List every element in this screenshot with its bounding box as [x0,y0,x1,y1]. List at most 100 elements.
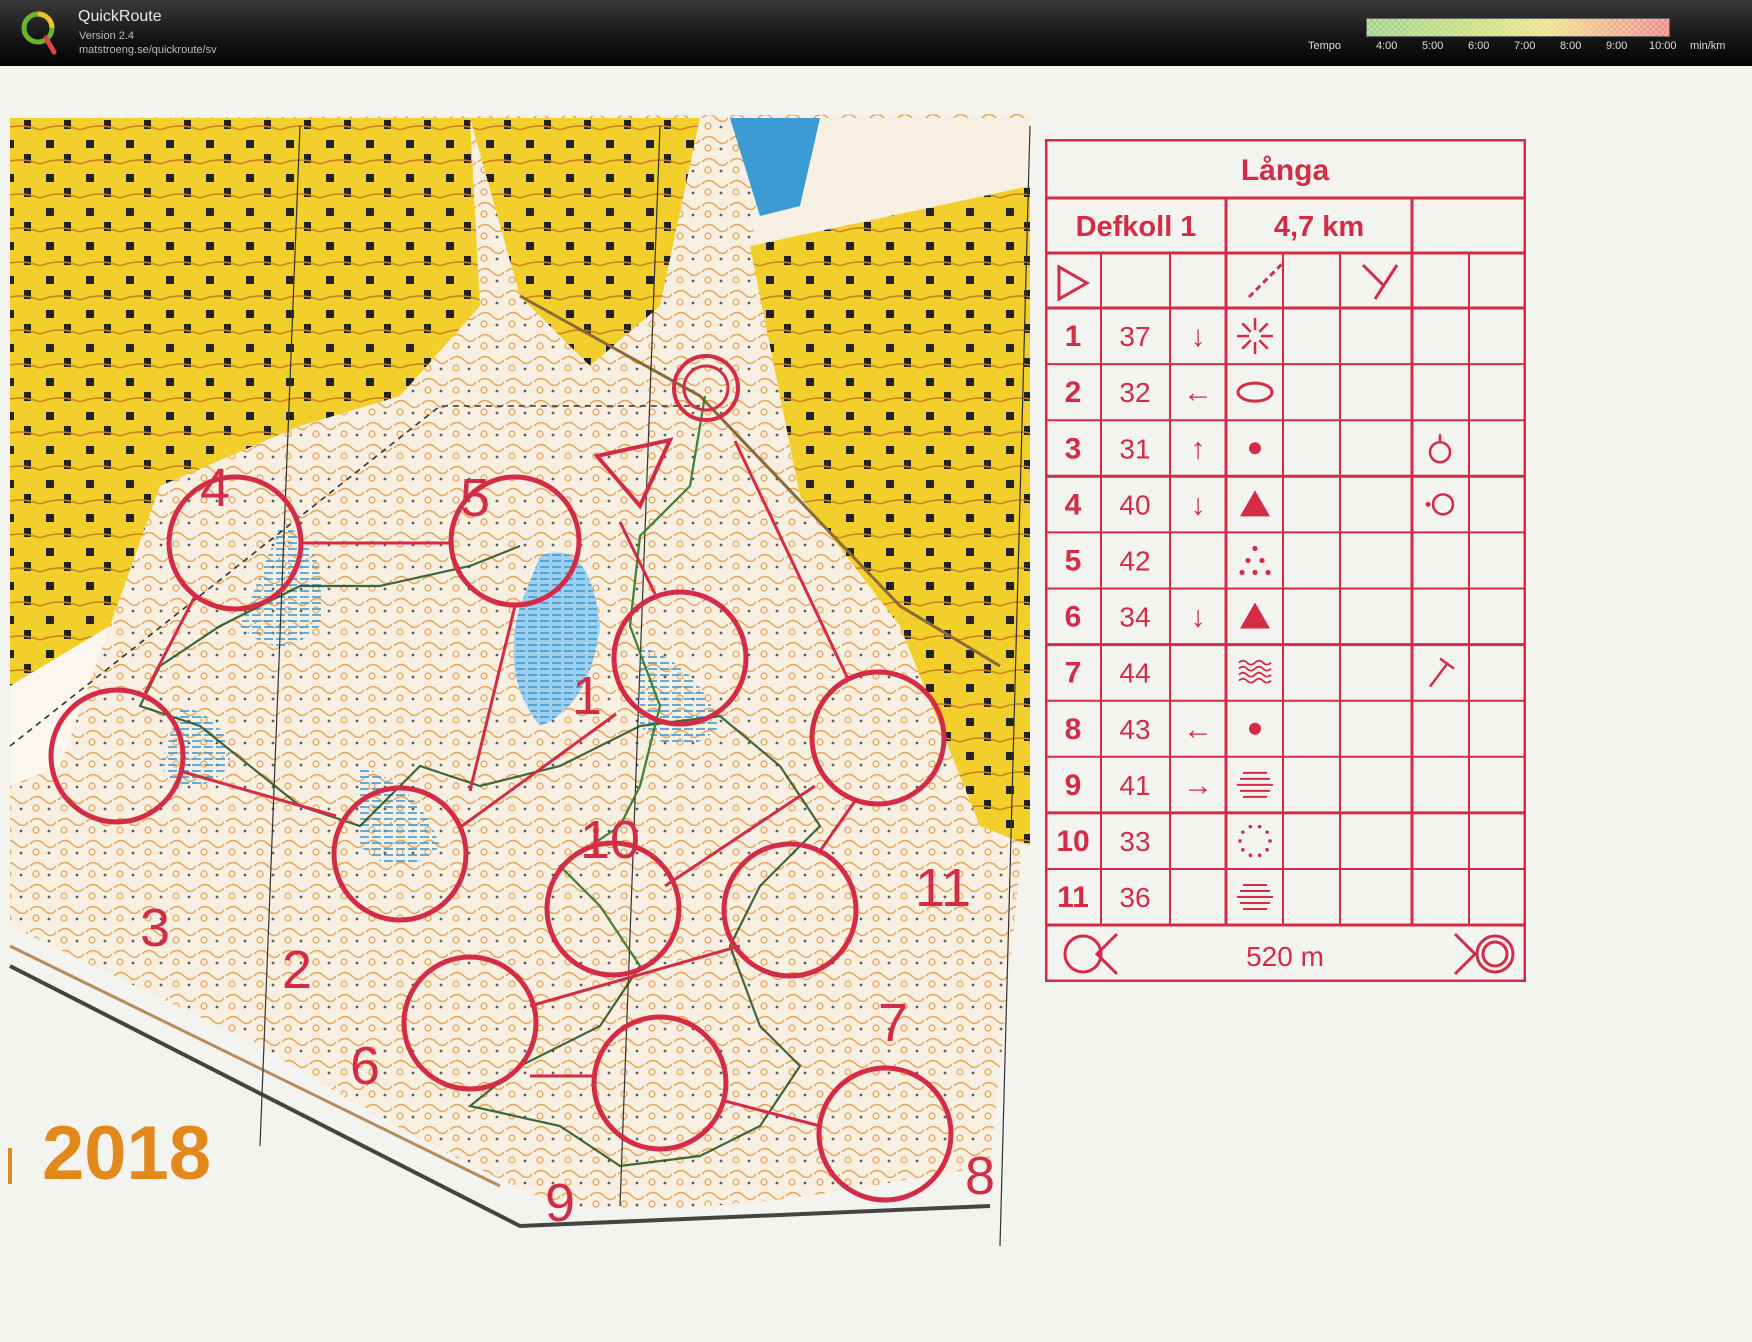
ring-left-icon [1431,493,1455,516]
control-row: 6 34 ↓ [1065,601,1270,634]
control-number-2: 2 [282,940,312,1000]
control-code-cell: 37 [1119,321,1150,352]
control-number-3: 3 [140,898,170,958]
course-class: Defkoll 1 [1076,211,1197,243]
boulder-field-icon [1252,545,1258,552]
dotted-circle-icon [1248,824,1253,829]
control-row: 4 40 ↓ [1065,488,1455,521]
direction-arrow-icon: → [1183,769,1213,802]
depression-icon [1241,339,1252,350]
tempo-tick: 8:00 [1560,40,1582,52]
tempo-label: Tempo [1308,40,1342,52]
ring-top-icon [1428,441,1452,464]
boulder-field-icon [1252,569,1258,576]
tempo-unit: min/km [1690,40,1726,52]
dotted-circle-icon [1257,853,1262,858]
quickroute-logo-icon [21,11,57,55]
control-number-8: 8 [965,1146,995,1206]
app-url[interactable]: matstroeng.se/quickroute/sv [79,44,217,56]
course-length: 4,7 km [1274,211,1364,243]
marsh-icon [1238,677,1272,684]
marsh-icon [1238,665,1272,672]
junction-symbol-icon [1361,263,1399,300]
control-row: 2 32 ← [1065,376,1274,409]
dotted-circle-icon [1257,824,1262,829]
control-number-cell: 8 [1065,713,1082,746]
finish-distance: 520 m [1246,941,1324,972]
control-number-cell: 2 [1065,376,1082,409]
tempo-tick: 6:00 [1468,40,1490,52]
control-row: 1 37 ↓ [1065,318,1273,355]
control-row: 3 31 ↑ [1065,432,1452,465]
path-symbol-icon [1247,261,1285,299]
control-number-4: 4 [200,458,230,518]
tempo-tick: 9:00 [1606,40,1628,52]
boulder-icon [1240,602,1270,629]
control-number-cell: 10 [1056,825,1089,858]
control-code-cell: 40 [1119,489,1150,520]
start-symbol-icon [1057,264,1091,302]
depression-icon [1258,322,1269,333]
direction-arrow-icon: ← [1183,713,1213,746]
control-code-cell: 42 [1119,545,1150,576]
boulder-field-icon [1259,557,1265,564]
boulder-field-icon [1239,569,1245,576]
knoll-elongated-icon [1236,381,1274,403]
control-code-cell: 43 [1119,714,1150,745]
boulder-field-icon [1245,557,1251,564]
dotted-circle-icon [1248,853,1253,858]
control-code-cell: 36 [1119,882,1150,913]
tempo-tick: 5:00 [1422,40,1444,52]
app-name: QuickRoute [78,8,162,25]
control-code-cell: 32 [1119,377,1150,408]
app-header: QuickRoute Version 2.4 matstroeng.se/qui… [0,0,1752,66]
control-code-cell: 41 [1119,770,1150,801]
control-number-cell: 1 [1065,320,1082,353]
depression-icon [1241,322,1252,333]
year-bar [8,1148,12,1184]
tempo-gradient [1367,19,1669,36]
control-row: 7 44 [1065,657,1455,690]
control-number-cell: 9 [1065,769,1082,802]
control-number-cell: 6 [1065,601,1082,634]
map-terrain [9,114,1031,1247]
ring-left-icon [1425,501,1431,507]
control-code-cell: 34 [1119,602,1150,633]
direction-arrow-icon: ↑ [1191,432,1206,465]
dotted-circle-icon [1268,839,1272,843]
control-number-9: 9 [545,1173,575,1233]
depression-icon [1258,339,1269,350]
control-number-cell: 4 [1065,488,1082,521]
direction-arrow-icon: ↓ [1191,488,1206,521]
tempo-tick: 10:00 [1649,40,1677,52]
boulder-field-icon [1265,569,1271,576]
dotted-circle-icon [1265,830,1269,834]
control-number-5: 5 [460,468,490,528]
dotted-circle-icon [1241,830,1245,834]
tempo-color-scale [1366,18,1670,37]
control-number-11: 11 [915,858,971,918]
control-number-cell: 3 [1065,432,1082,465]
small-knoll-icon [1249,722,1261,735]
direction-arrow-icon: ↓ [1191,320,1206,353]
small-knoll-icon [1249,442,1261,455]
control-row: 8 43 ← [1065,713,1261,746]
control-number-7: 7 [878,993,908,1053]
control-row: 11 36 [1057,881,1273,914]
dotted-circle-icon [1238,839,1242,843]
dotted-circle-icon [1265,847,1269,852]
map-year: 2018 [42,1111,212,1196]
control-number-cell: 5 [1065,544,1082,577]
control-number-cell: 11 [1057,881,1089,914]
direction-arrow-icon: ← [1183,376,1213,409]
control-number-6: 6 [350,1036,380,1096]
control-code-cell: 31 [1119,433,1150,464]
finish-arrow-right-icon [1453,932,1478,976]
tempo-tick: 4:00 [1376,40,1398,52]
control-code-cell: 44 [1119,658,1150,689]
control-row: 9 41 → [1065,769,1273,802]
control-row: 10 33 [1056,824,1272,858]
course-name: Långa [1241,154,1330,187]
control-number-cell: 7 [1065,657,1082,690]
hammer-icon [1429,657,1455,688]
